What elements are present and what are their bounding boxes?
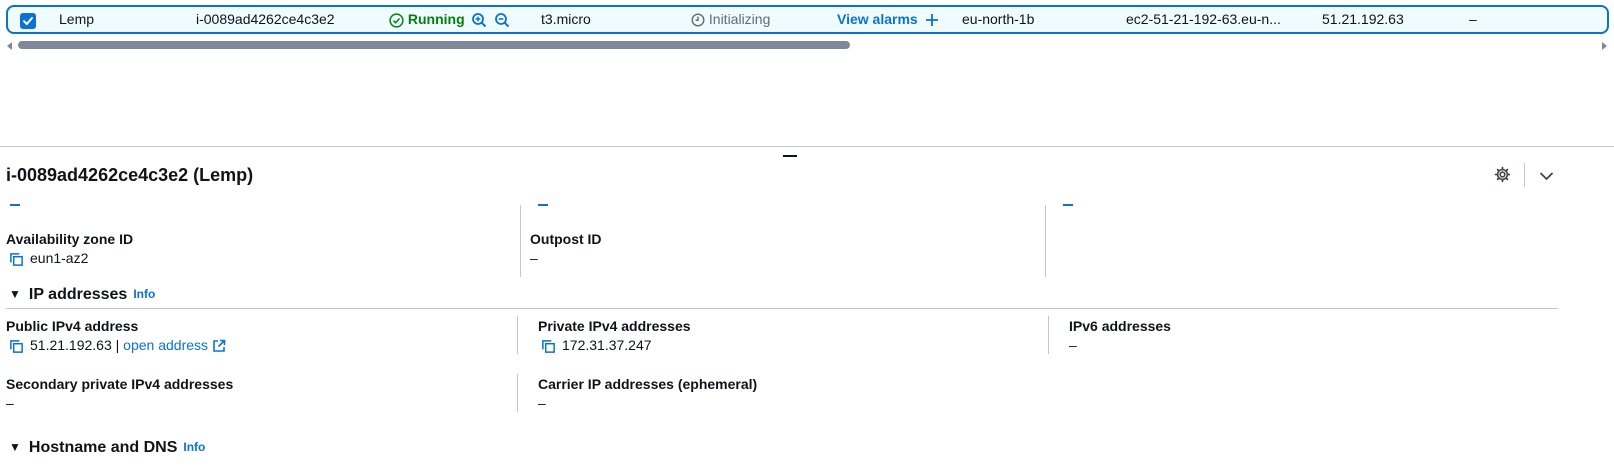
check-circle-icon bbox=[389, 13, 404, 28]
private-ipv4-value: 172.31.37.247 bbox=[541, 337, 652, 354]
column-divider bbox=[1048, 316, 1049, 354]
column-divider bbox=[517, 316, 518, 354]
public-dns: ec2-51-21-192-63.eu-n... bbox=[1126, 11, 1281, 27]
elastic-ip: – bbox=[1469, 11, 1477, 27]
zoom-in-button[interactable] bbox=[471, 7, 487, 32]
column-divider bbox=[1045, 205, 1046, 277]
hostname-dns-info-link[interactable]: Info bbox=[183, 440, 205, 454]
availability-zone: eu-north-1b bbox=[962, 11, 1035, 27]
outpost-id-label: Outpost ID bbox=[530, 231, 602, 247]
column-divider bbox=[520, 205, 521, 277]
ipv6-label: IPv6 addresses bbox=[1069, 318, 1171, 334]
scrollbar-thumb[interactable] bbox=[18, 41, 850, 49]
instance-name: Lemp bbox=[59, 11, 95, 27]
zoom-out-icon bbox=[495, 13, 510, 28]
collapse-panel-button[interactable] bbox=[1539, 168, 1554, 184]
ip-addresses-title: IP addresses bbox=[28, 286, 128, 303]
public-ip: 51.21.192.63 bbox=[1322, 11, 1404, 27]
plus-icon[interactable] bbox=[925, 13, 939, 27]
clipped-content-fragment bbox=[1063, 204, 1073, 206]
copy-icon[interactable] bbox=[9, 252, 24, 267]
scroll-right-arrow-icon[interactable] bbox=[1601, 42, 1607, 50]
instance-state: Running bbox=[389, 7, 465, 32]
settings-button[interactable] bbox=[1494, 166, 1511, 186]
public-ipv4-label: Public IPv4 address bbox=[6, 318, 139, 334]
private-ipv4-text: 172.31.37.247 bbox=[562, 337, 652, 353]
copy-icon[interactable] bbox=[9, 339, 24, 354]
status-check: Initializing bbox=[691, 7, 770, 32]
private-ipv4-label: Private IPv4 addresses bbox=[538, 318, 691, 334]
column-divider bbox=[517, 374, 518, 412]
public-ipv4-value: 51.21.192.63 | open address bbox=[9, 337, 226, 354]
view-alarms-link[interactable]: View alarms bbox=[837, 7, 939, 32]
availability-zone-id-value: eun1-az2 bbox=[9, 250, 88, 267]
clipped-content-fragment bbox=[10, 204, 20, 206]
secondary-private-ipv4-label: Secondary private IPv4 addresses bbox=[6, 376, 234, 392]
gear-icon bbox=[1494, 166, 1511, 183]
instance-id-link[interactable]: i-0089ad4262ce4c3e2 bbox=[196, 7, 335, 32]
carrier-ip-label: Carrier IP addresses (ephemeral) bbox=[538, 376, 758, 392]
scroll-left-arrow-icon[interactable] bbox=[7, 42, 13, 50]
availability-zone-id-text: eun1-az2 bbox=[30, 250, 89, 266]
caret-down-icon: ▼ bbox=[9, 287, 21, 301]
open-address-link[interactable]: open address bbox=[123, 337, 208, 353]
status-check-label: Initializing bbox=[708, 11, 771, 27]
ip-addresses-section-header[interactable]: ▼ IP addresses Info bbox=[9, 286, 155, 304]
chevron-down-icon bbox=[1539, 172, 1554, 181]
view-alarms-label: View alarms bbox=[837, 11, 918, 27]
clipped-content-fragment bbox=[538, 204, 548, 206]
caret-down-icon: ▼ bbox=[9, 440, 21, 454]
ip-addresses-info-link[interactable]: Info bbox=[133, 287, 155, 301]
availability-zone-id-label: Availability zone ID bbox=[6, 231, 134, 247]
panel-title: i-0089ad4262ce4c3e2 (Lemp) bbox=[6, 165, 254, 185]
split-panel-divider bbox=[0, 146, 1614, 147]
public-ipv4-separator: | bbox=[115, 337, 120, 353]
carrier-ip-value: – bbox=[538, 395, 546, 411]
state-label: Running bbox=[407, 11, 465, 27]
resize-handle[interactable] bbox=[783, 155, 797, 157]
external-link-icon[interactable] bbox=[212, 339, 226, 353]
zoom-out-button[interactable] bbox=[494, 7, 510, 32]
instance-table-row[interactable]: Lemp i-0089ad4262ce4c3e2 Running t3.micr… bbox=[6, 5, 1609, 34]
secondary-private-ipv4-value: – bbox=[6, 395, 14, 411]
hostname-dns-section-header[interactable]: ▼ Hostname and DNS Info bbox=[9, 439, 205, 457]
tools-separator bbox=[1524, 163, 1525, 187]
ipv6-value: – bbox=[1069, 337, 1077, 353]
outpost-id-value: – bbox=[530, 250, 538, 266]
copy-icon[interactable] bbox=[541, 339, 556, 354]
clock-icon bbox=[691, 13, 705, 27]
public-ipv4-text: 51.21.192.63 bbox=[30, 337, 112, 353]
instance-type: t3.micro bbox=[541, 11, 591, 27]
zoom-in-icon bbox=[472, 13, 487, 28]
section-divider bbox=[6, 308, 1558, 309]
checkbox-checked-icon[interactable] bbox=[20, 13, 36, 29]
hostname-dns-title: Hostname and DNS bbox=[28, 439, 178, 456]
